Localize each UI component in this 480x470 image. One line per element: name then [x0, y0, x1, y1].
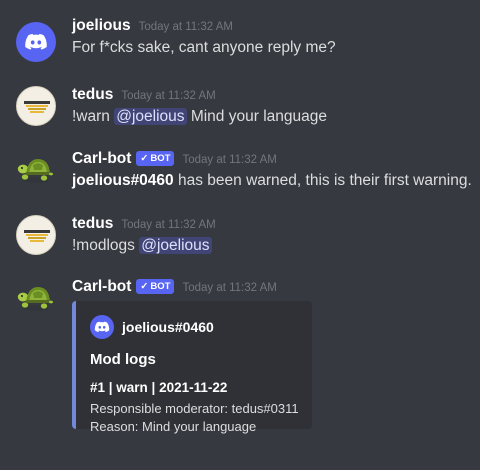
- tedus-avatar-icon[interactable]: [16, 215, 56, 255]
- message-text: For f*cks sake, cant anyone reply me?: [72, 39, 336, 56]
- checkmark-icon: ✓: [140, 281, 149, 292]
- message-text: has been warned, this is their first war…: [177, 172, 472, 189]
- command-text: !warn: [72, 108, 110, 125]
- timestamp: Today at 11:32 AM: [182, 282, 277, 294]
- embed-reason-line: Reason: Mind your language: [90, 419, 257, 434]
- message-content: joelious#0460 has been warned, this is t…: [72, 172, 472, 190]
- user-mention[interactable]: @joelious: [114, 108, 187, 125]
- bot-tag-label: BOT: [150, 281, 171, 292]
- user-mention[interactable]: @joelious: [139, 237, 212, 254]
- modlogs-embed: joelious#0460 Mod logs #1 | warn | 2021-…: [72, 301, 312, 434]
- timestamp: Today at 11:32 AM: [121, 219, 216, 231]
- bot-tag-label: BOT: [150, 153, 171, 164]
- message-content: !warn @joelious Mind your language: [72, 108, 327, 126]
- discord-avatar-icon[interactable]: [16, 22, 56, 62]
- discord-logo-icon: [90, 315, 114, 339]
- timestamp: Today at 11:32 AM: [138, 21, 233, 33]
- command-text: !modlogs: [72, 237, 135, 254]
- author-name[interactable]: Carl-bot: [72, 150, 131, 168]
- turtle-avatar-icon[interactable]: [16, 278, 56, 318]
- message-content: !modlogs @joelious: [72, 237, 212, 255]
- turtle-avatar-icon[interactable]: [16, 150, 56, 190]
- author-name[interactable]: tedus: [72, 215, 113, 233]
- checkmark-icon: ✓: [140, 153, 149, 164]
- timestamp: Today at 11:32 AM: [121, 90, 216, 102]
- message-content: For f*cks sake, cant anyone reply me?: [72, 39, 336, 57]
- embed-field-name: #1 | warn | 2021-11-22: [90, 380, 228, 395]
- embed-moderator-line: Responsible moderator: tedus#0311: [90, 401, 299, 416]
- message-text: Mind your language: [190, 108, 327, 125]
- embed-author: joelious#0460: [90, 315, 214, 339]
- bot-tag: ✓ BOT: [136, 151, 175, 166]
- author-name[interactable]: Carl-bot: [72, 278, 131, 296]
- author-name[interactable]: joelious: [72, 17, 131, 35]
- timestamp: Today at 11:32 AM: [182, 154, 277, 166]
- embed-author-name[interactable]: joelious#0460: [122, 319, 214, 335]
- warned-user: joelious#0460: [72, 172, 174, 189]
- tedus-avatar-icon[interactable]: [16, 86, 56, 126]
- embed-title: Mod logs: [90, 351, 156, 368]
- author-name[interactable]: tedus: [72, 86, 113, 104]
- bot-tag: ✓ BOT: [136, 279, 175, 294]
